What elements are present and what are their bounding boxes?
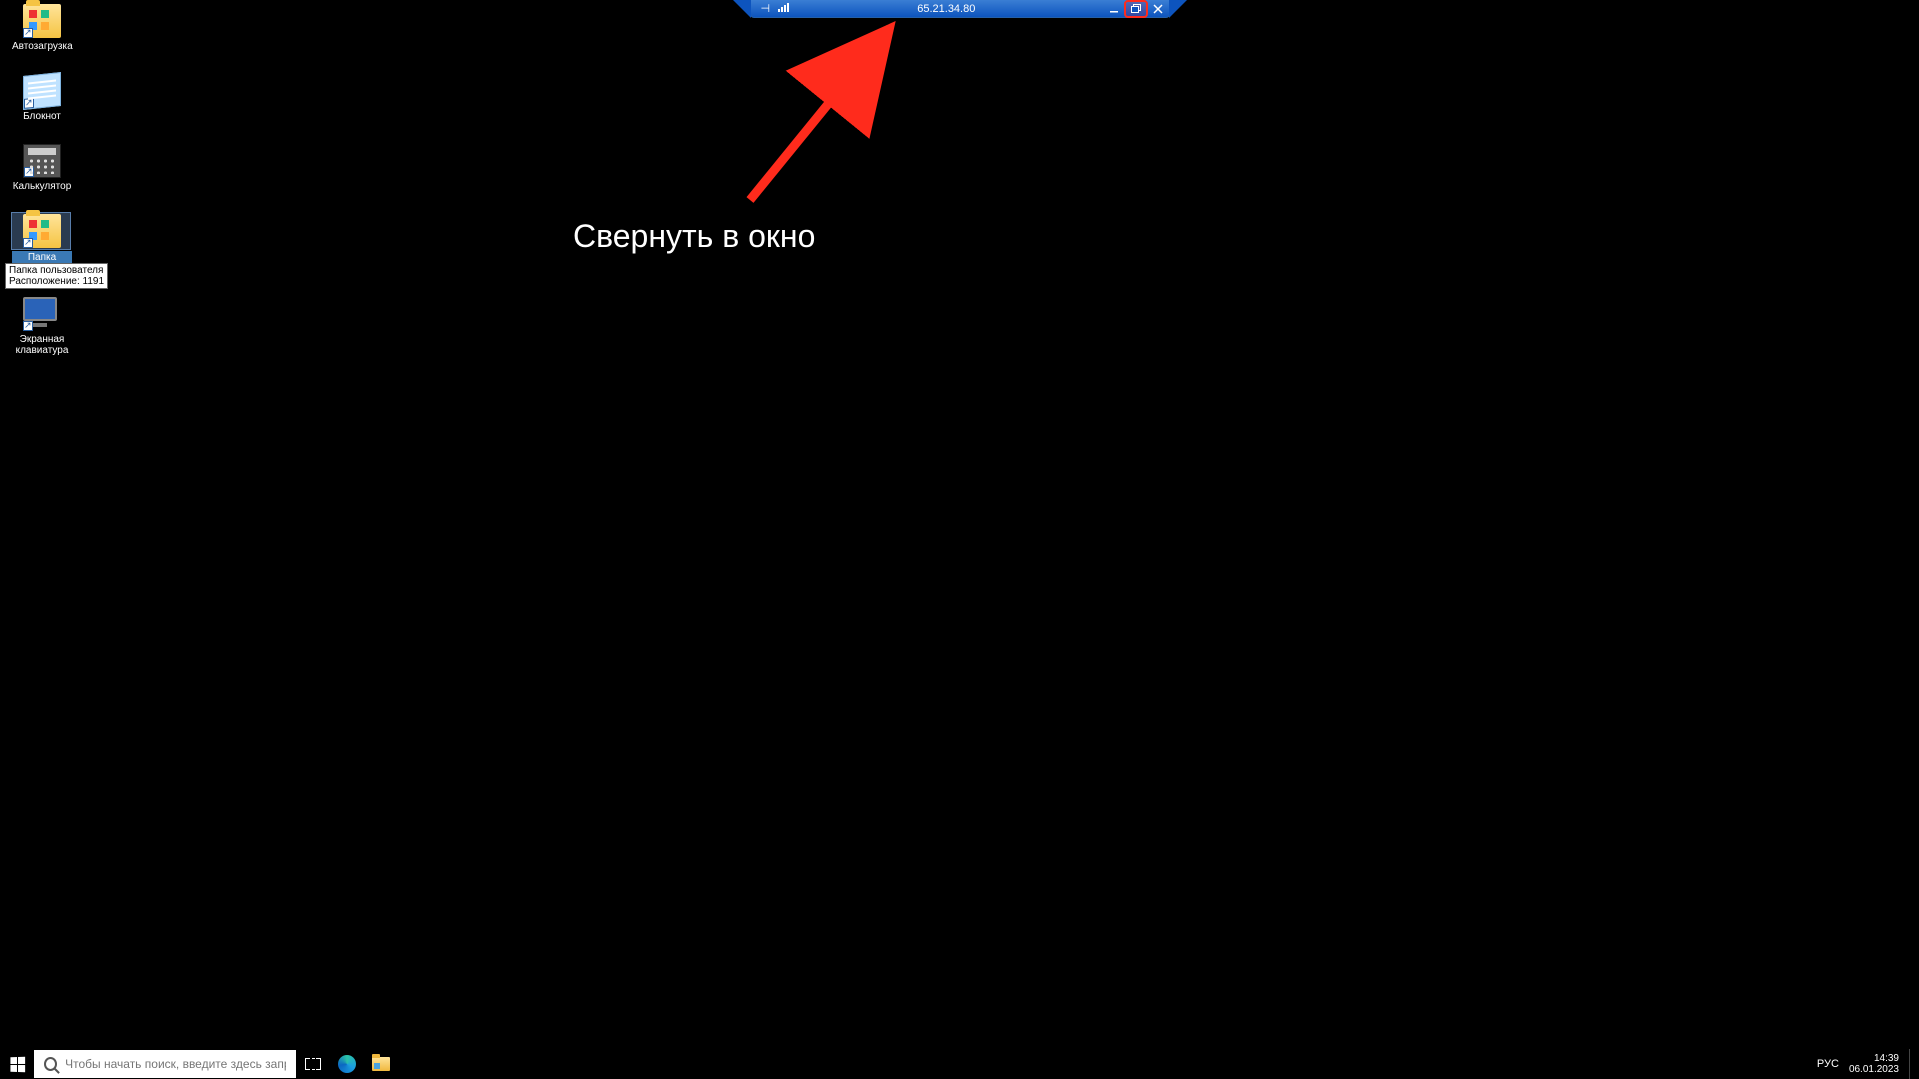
show-desktop-button[interactable] bbox=[1909, 1049, 1915, 1079]
desktop-icon-label: Калькулятор bbox=[13, 181, 72, 192]
taskbar-date: 06.01.2023 bbox=[1849, 1064, 1899, 1075]
shortcut-overlay-icon bbox=[23, 28, 33, 38]
shortcut-overlay-icon bbox=[24, 98, 34, 109]
desktop-icon-autostart[interactable]: Автозагрузка bbox=[12, 4, 72, 52]
desktop-icons: Автозагрузка Блокнот Калькулятор Папка п… bbox=[2, 4, 82, 378]
rdp-ip-label: 65.21.34.80 bbox=[790, 3, 1102, 15]
windows-logo-icon bbox=[10, 1056, 25, 1072]
taskbar-time: 14:39 bbox=[1849, 1053, 1899, 1064]
desktop-icon-label: Автозагрузка bbox=[12, 41, 73, 52]
tooltip-line: Расположение: 1191 bbox=[9, 276, 104, 287]
task-view-icon bbox=[305, 1058, 321, 1070]
annotation-arrow bbox=[730, 10, 910, 210]
taskbar-search-input[interactable] bbox=[65, 1057, 286, 1071]
shortcut-overlay-icon bbox=[23, 321, 33, 331]
system-tray: РУС 14:39 06.01.2023 bbox=[1817, 1049, 1919, 1079]
edge-icon bbox=[338, 1055, 356, 1073]
file-explorer-icon bbox=[372, 1057, 390, 1071]
desktop-icon-tooltip: Папка пользователя Расположение: 1191 bbox=[5, 263, 108, 289]
desktop-icon-label: Блокнот bbox=[23, 111, 61, 122]
rdp-minimize-button[interactable] bbox=[1103, 1, 1125, 17]
task-view-button[interactable] bbox=[296, 1049, 330, 1079]
desktop-icon-calculator[interactable]: Калькулятор bbox=[12, 144, 72, 192]
desktop-icon-notepad[interactable]: Блокнот bbox=[12, 74, 72, 122]
taskbar: РУС 14:39 06.01.2023 bbox=[0, 1049, 1919, 1079]
signal-icon bbox=[778, 2, 790, 15]
rdp-restore-button[interactable] bbox=[1125, 1, 1147, 17]
desktop-icon-label: Экранная клавиатура bbox=[16, 334, 69, 356]
start-button[interactable] bbox=[0, 1049, 34, 1079]
rdp-connection-bar: ⊣ 65.21.34.80 bbox=[750, 0, 1170, 18]
rdp-close-button[interactable] bbox=[1147, 1, 1169, 17]
taskbar-app-edge[interactable] bbox=[330, 1049, 364, 1079]
shortcut-overlay-icon bbox=[23, 238, 33, 248]
annotation-text: Свернуть в окно bbox=[573, 218, 815, 255]
taskbar-clock[interactable]: 14:39 06.01.2023 bbox=[1849, 1053, 1899, 1075]
taskbar-app-explorer[interactable] bbox=[364, 1049, 398, 1079]
desktop-icon-osk[interactable]: Экранная клавиатура bbox=[12, 297, 72, 356]
language-indicator[interactable]: РУС bbox=[1817, 1058, 1839, 1070]
tooltip-line: Папка пользователя bbox=[9, 265, 104, 276]
pin-icon[interactable]: ⊣ bbox=[761, 2, 771, 15]
shortcut-overlay-icon bbox=[24, 167, 34, 177]
taskbar-search[interactable] bbox=[34, 1050, 296, 1078]
search-icon bbox=[44, 1057, 57, 1071]
